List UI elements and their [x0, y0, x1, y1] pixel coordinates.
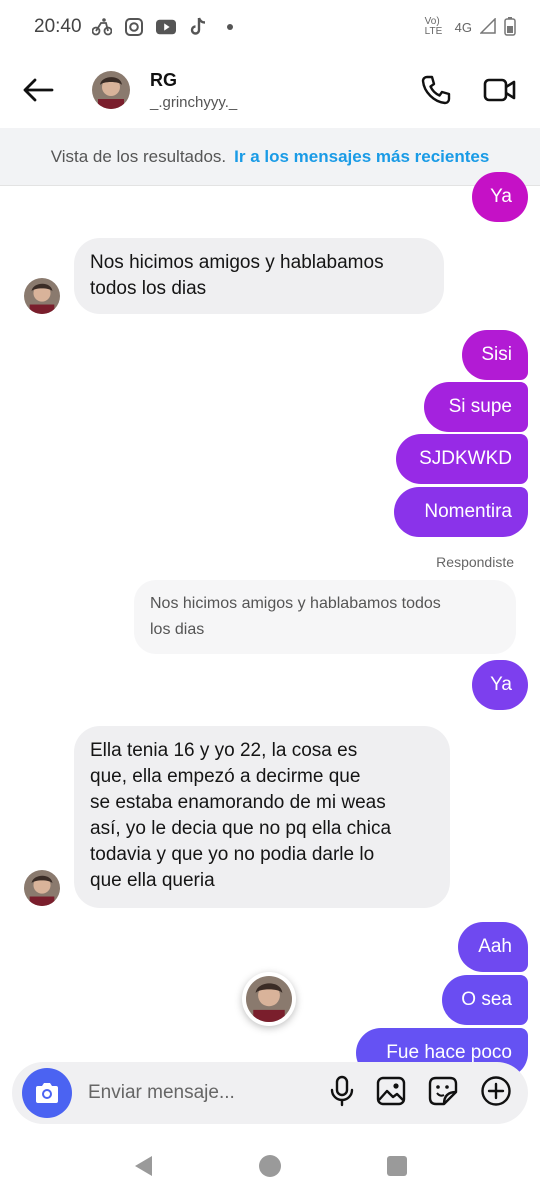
outgoing-message[interactable]: Ya	[472, 660, 528, 710]
message-composer: Enviar mensaje...	[12, 1062, 528, 1124]
outgoing-message[interactable]: Si supe	[424, 382, 528, 432]
nav-recents-icon	[387, 1155, 407, 1176]
outgoing-message[interactable]: Ya	[472, 172, 528, 222]
nav-back-icon	[135, 1155, 152, 1176]
camera-button[interactable]	[22, 1068, 72, 1118]
sender-avatar	[24, 278, 60, 314]
nav-recents-button[interactable]	[386, 1155, 408, 1182]
video-call-button[interactable]	[482, 72, 518, 108]
more-notifications-dot-icon	[220, 17, 240, 37]
call-button[interactable]	[418, 72, 454, 108]
add-button[interactable]	[480, 1075, 512, 1112]
contact-username: _.grinchyyy._	[150, 93, 238, 111]
system-nav-bar	[0, 1136, 540, 1200]
message-line: Nos hicimos amigos y hablabamos	[90, 252, 384, 273]
gallery-icon	[376, 1076, 406, 1105]
chat-header: RG _.grinchyyy._	[0, 54, 540, 126]
signal-icon	[479, 16, 496, 37]
nav-back-button[interactable]	[132, 1154, 154, 1183]
message-line: todavia y que yo no podia darle lo	[90, 844, 375, 865]
outgoing-message[interactable]: Aah	[458, 922, 528, 972]
message-line: que, ella empezó a decirme que	[90, 766, 361, 787]
gallery-button[interactable]	[376, 1076, 406, 1111]
bike-icon	[91, 17, 112, 37]
sender-avatar	[24, 870, 60, 906]
composer-actions	[330, 1075, 512, 1112]
sticker-button[interactable]	[428, 1076, 458, 1111]
status-time: 20:40	[34, 16, 82, 37]
notification-icons	[91, 17, 240, 37]
back-button[interactable]	[18, 70, 58, 110]
network-label: 4G	[454, 19, 472, 35]
instagram-icon	[124, 17, 144, 37]
incoming-message[interactable]: Ella tenia 16 y yo 22, la cosa es que, e…	[74, 726, 450, 908]
seen-avatar	[242, 972, 296, 1026]
incoming-message[interactable]: Nos hicimos amigos y hablabamos todos lo…	[74, 238, 444, 314]
add-icon	[481, 1075, 511, 1106]
message-line: se estaba enamorando de mi weas	[90, 792, 386, 813]
tiktok-icon	[188, 17, 208, 37]
microphone-button[interactable]	[330, 1075, 354, 1112]
go-to-recent-link[interactable]: Ir a los mensajes más recientes	[234, 147, 489, 167]
results-banner: Vista de los resultados. Ir a los mensaj…	[0, 128, 540, 186]
video-icon	[483, 78, 516, 102]
reply-line: los dias	[150, 621, 205, 638]
battery-icon	[504, 16, 516, 39]
nav-home-button[interactable]	[258, 1154, 282, 1183]
camera-icon	[36, 1083, 58, 1103]
message-input[interactable]: Enviar mensaje...	[88, 1082, 330, 1104]
outgoing-message[interactable]: Nomentira	[394, 487, 528, 537]
status-right: Vo) LTE 4G	[425, 16, 516, 39]
contact-info[interactable]: RG _.grinchyyy._	[150, 70, 237, 111]
message-line: todos los dias	[90, 278, 207, 299]
reply-line: Nos hicimos amigos y hablabamos todos	[150, 595, 441, 612]
outgoing-message[interactable]: O sea	[442, 975, 528, 1025]
phone-icon	[421, 75, 451, 105]
outgoing-message[interactable]: Sisi	[462, 330, 528, 380]
youtube-icon	[155, 17, 176, 37]
replied-message-preview[interactable]: Nos hicimos amigos y hablabamos todos lo…	[134, 580, 516, 654]
message-line: Ella tenia 16 y yo 22, la cosa es	[90, 740, 358, 761]
status-bar: 20:40 Vo) LTE 4G	[0, 0, 540, 54]
header-actions	[418, 72, 518, 108]
back-arrow-icon	[23, 78, 54, 102]
contact-name: RG	[150, 69, 177, 90]
sticker-icon	[428, 1076, 458, 1105]
volte-label: Vo) LTE	[424, 16, 443, 37]
message-line: que ella queria	[90, 870, 215, 891]
message-line: así, yo le decia que no pq ella chica	[90, 818, 392, 839]
replied-label: Respondiste	[436, 554, 514, 570]
results-text: Vista de los resultados.	[50, 146, 227, 166]
microphone-icon	[330, 1075, 354, 1106]
outgoing-message[interactable]: SJDKWKD	[396, 434, 528, 484]
nav-home-icon	[259, 1154, 281, 1177]
contact-avatar[interactable]	[92, 71, 130, 109]
